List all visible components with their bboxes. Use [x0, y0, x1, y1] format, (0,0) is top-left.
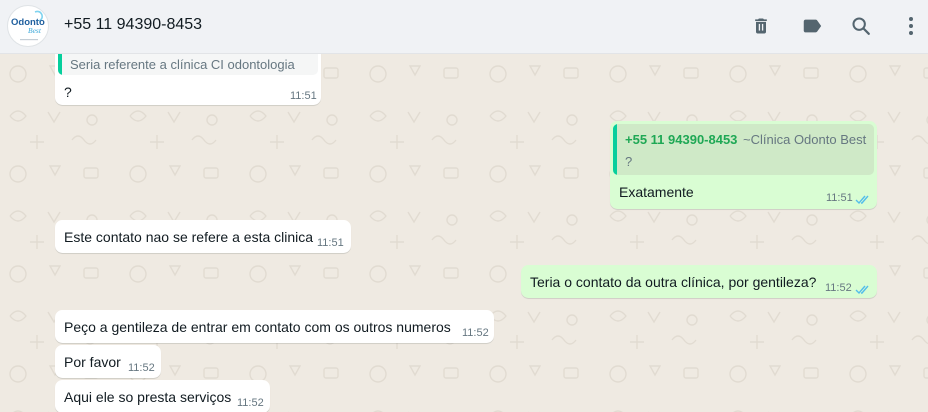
read-receipt-icon	[855, 285, 869, 295]
quote-accent-bar	[613, 124, 617, 175]
message-time: 11:52	[237, 397, 264, 409]
quoted-author: +55 11 94390-8453	[625, 132, 738, 147]
search-icon[interactable]	[849, 14, 873, 38]
message-text: Aqui ele so presta serviços	[64, 389, 232, 405]
message-text: Exatamente	[619, 184, 694, 200]
message-text: Peço a gentileza de entrar em contato co…	[64, 319, 451, 335]
message-bubble-outgoing[interactable]: +55 11 94390-8453 ~Clínica Odonto Best ?…	[610, 121, 877, 209]
contact-avatar[interactable]: Odonto Best	[7, 5, 49, 47]
message-bubble-incoming[interactable]: Este contato nao se refere a esta clinic…	[55, 220, 351, 253]
quoted-text: Seria referente a clínica CI odontologia	[70, 57, 295, 72]
read-receipt-icon	[855, 195, 869, 205]
message-text: Este contato nao se refere a esta clinic…	[64, 229, 314, 245]
quoted-message[interactable]: Seria referente a clínica CI odontologia	[58, 54, 318, 75]
quote-accent-bar	[58, 54, 62, 75]
message-text: ?	[64, 84, 72, 100]
quoted-message[interactable]: +55 11 94390-8453 ~Clínica Odonto Best ?	[613, 124, 874, 175]
chat-header: Odonto Best +55 11 94390-8453	[0, 0, 928, 54]
chat-panel[interactable]: Seria referente a clínica CI odontologia…	[0, 54, 928, 412]
message-text: Por favor	[64, 354, 121, 370]
message-time: 11:52	[128, 362, 155, 374]
message-time: 11:51	[290, 90, 317, 102]
delete-icon[interactable]	[749, 14, 773, 38]
menu-icon[interactable]	[899, 14, 923, 38]
message-text: Teria o contato da outra clínica, por ge…	[530, 274, 817, 290]
label-icon[interactable]	[800, 14, 824, 38]
avatar-logo: Odonto Best	[11, 10, 45, 41]
message-bubble-outgoing[interactable]: Teria o contato da outra clínica, por ge…	[521, 265, 877, 298]
contact-name[interactable]: +55 11 94390-8453	[64, 16, 202, 34]
message-bubble-incoming[interactable]: Peço a gentileza de entrar em contato co…	[55, 310, 494, 343]
message-time: 11:52	[462, 327, 489, 339]
message-bubble-incoming[interactable]: Seria referente a clínica CI odontologia…	[55, 54, 321, 105]
message-time: 11:51	[826, 192, 853, 204]
avatar-logo-line2: Best	[28, 26, 42, 35]
message-bubble-incoming[interactable]: Por favor 11:52	[55, 345, 161, 378]
quoted-pushname: ~Clínica Odonto Best	[743, 132, 867, 147]
message-time: 11:52	[825, 282, 852, 294]
message-time: 11:51	[317, 237, 344, 249]
message-bubble-incoming[interactable]: Aqui ele so presta serviços 11:52	[55, 380, 270, 412]
quoted-text: ?	[625, 154, 633, 169]
